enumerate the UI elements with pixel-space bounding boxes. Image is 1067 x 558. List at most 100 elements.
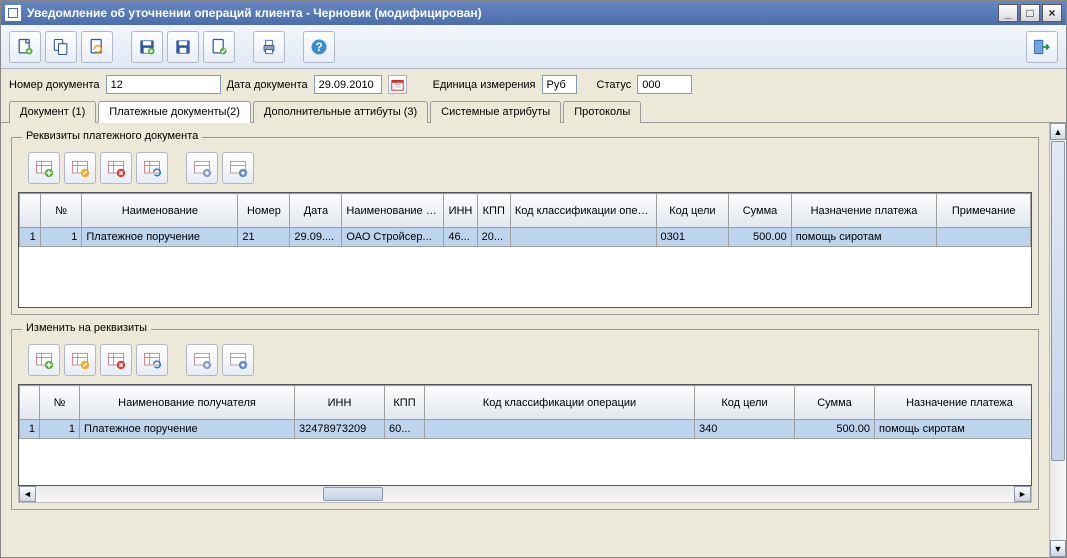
col-purpose[interactable]: Назначение платежа: [791, 194, 937, 228]
save-button[interactable]: [167, 31, 199, 63]
grid-edit-button[interactable]: [64, 344, 96, 376]
col-class-code[interactable]: Код классификации операции: [510, 194, 656, 228]
cell-inn[interactable]: 32478973209: [295, 420, 385, 439]
cell-date[interactable]: 29.09....: [290, 228, 342, 247]
group-payment-doc-details: Реквизиты платежного документа: [11, 137, 1039, 315]
table-row[interactable]: 1 1 Платежное поручение 32478973209 60..…: [20, 420, 1033, 439]
scroll-thumb[interactable]: [1051, 141, 1065, 461]
copy-doc-button[interactable]: [45, 31, 77, 63]
col-recipient[interactable]: Наименование получателя: [342, 194, 444, 228]
cell-kpp[interactable]: 20...: [477, 228, 510, 247]
col-kpp[interactable]: КПП: [477, 194, 510, 228]
cell-number[interactable]: 21: [238, 228, 290, 247]
table-header-row: № Наименование Номер Дата Наименование п…: [20, 194, 1031, 228]
col-purpose[interactable]: Назначение платежа: [875, 386, 1033, 420]
col-blank[interactable]: [20, 386, 40, 420]
tabstrip: Документ (1) Платежные документы(2) Допо…: [1, 100, 1066, 123]
new-doc-button[interactable]: [9, 31, 41, 63]
col-goal-code[interactable]: Код цели: [656, 194, 729, 228]
doc-date-label: Дата документа: [227, 79, 308, 91]
grid-refresh-button[interactable]: [136, 152, 168, 184]
doc-number-label: Номер документа: [9, 79, 100, 91]
group-change-to-details: Изменить на реквизиты: [11, 329, 1039, 510]
doc-date-input[interactable]: [314, 75, 382, 94]
grid-view-button[interactable]: [222, 152, 254, 184]
minimize-button[interactable]: _: [998, 4, 1018, 22]
grid-settings-button[interactable]: [186, 344, 218, 376]
grid-add-button[interactable]: [28, 344, 60, 376]
help-button[interactable]: ?: [303, 31, 335, 63]
app-window: Уведомление об уточнении операций клиент…: [0, 0, 1067, 558]
col-sum[interactable]: Сумма: [795, 386, 875, 420]
save-as-button[interactable]: [131, 31, 163, 63]
col-date[interactable]: Дата: [290, 194, 342, 228]
col-recipient[interactable]: Наименование получателя: [80, 386, 295, 420]
scroll-up-icon[interactable]: ▲: [1050, 123, 1066, 140]
col-sum[interactable]: Сумма: [729, 194, 791, 228]
cell-class-code[interactable]: [425, 420, 695, 439]
cell-recipient[interactable]: ОАО Стройсер...: [342, 228, 444, 247]
col-goal-code[interactable]: Код цели: [695, 386, 795, 420]
cell-recipient[interactable]: Платежное поручение: [80, 420, 295, 439]
cell-class-code[interactable]: [510, 228, 656, 247]
cell-sum[interactable]: 500.00: [795, 420, 875, 439]
cell-purpose[interactable]: помощь сиротам: [875, 420, 1033, 439]
col-note[interactable]: Примечание: [937, 194, 1031, 228]
col-inn[interactable]: ИНН: [295, 386, 385, 420]
scroll-left-icon[interactable]: ◄: [19, 486, 36, 502]
tab-extra-attrs[interactable]: Дополнительные аттибуты (3): [253, 101, 428, 123]
doc-number-input[interactable]: [106, 75, 221, 94]
row-index: 1: [20, 228, 41, 247]
cell-sum[interactable]: 500.00: [729, 228, 791, 247]
vertical-scrollbar[interactable]: ▲ ▼: [1049, 123, 1066, 557]
table-row[interactable]: 1 1 Платежное поручение 21 29.09.... ОАО…: [20, 228, 1031, 247]
col-inn[interactable]: ИНН: [444, 194, 477, 228]
col-number[interactable]: Номер: [238, 194, 290, 228]
grid-delete-button[interactable]: [100, 344, 132, 376]
save-ok-button[interactable]: [203, 31, 235, 63]
cell-goal-code[interactable]: 340: [695, 420, 795, 439]
cell-purpose[interactable]: помощь сиротам: [791, 228, 937, 247]
unit-input[interactable]: [542, 75, 577, 94]
cell-note[interactable]: [937, 228, 1031, 247]
scroll-down-icon[interactable]: ▼: [1050, 540, 1066, 557]
grid-delete-button[interactable]: [100, 152, 132, 184]
group2-table[interactable]: № Наименование получателя ИНН КПП Код кл…: [18, 384, 1032, 486]
cell-num[interactable]: 1: [40, 420, 80, 439]
scroll-thumb[interactable]: [323, 487, 383, 501]
col-num[interactable]: №: [40, 194, 82, 228]
col-class-code[interactable]: Код классификации операции: [425, 386, 695, 420]
grid-edit-button[interactable]: [64, 152, 96, 184]
cell-inn[interactable]: 46...: [444, 228, 477, 247]
maximize-button[interactable]: □: [1020, 4, 1040, 22]
tab-protocols[interactable]: Протоколы: [563, 101, 641, 123]
col-name[interactable]: Наименование: [82, 194, 238, 228]
grid-view-button[interactable]: [222, 344, 254, 376]
cell-goal-code[interactable]: 0301: [656, 228, 729, 247]
group-legend: Изменить на реквизиты: [22, 322, 151, 334]
grid-add-button[interactable]: [28, 152, 60, 184]
unit-label: Единица измерения: [433, 79, 536, 91]
form-row: Номер документа Дата документа Единица и…: [1, 69, 1066, 100]
exit-button[interactable]: [1026, 31, 1058, 63]
cell-num[interactable]: 1: [40, 228, 82, 247]
col-num[interactable]: №: [40, 386, 80, 420]
cell-name[interactable]: Платежное поручение: [82, 228, 238, 247]
col-blank[interactable]: [20, 194, 41, 228]
refresh-doc-button[interactable]: [81, 31, 113, 63]
content-area: Реквизиты платежного документа: [1, 123, 1066, 557]
tab-system-attrs[interactable]: Системные атрибуты: [430, 101, 561, 123]
calendar-icon[interactable]: [388, 75, 407, 94]
cell-kpp[interactable]: 60...: [385, 420, 425, 439]
close-button[interactable]: ×: [1042, 4, 1062, 22]
grid-refresh-button[interactable]: [136, 344, 168, 376]
print-button[interactable]: [253, 31, 285, 63]
group1-table[interactable]: № Наименование Номер Дата Наименование п…: [18, 192, 1032, 308]
horizontal-scrollbar[interactable]: ◄ ►: [18, 486, 1032, 503]
tab-document[interactable]: Документ (1): [9, 101, 96, 123]
col-kpp[interactable]: КПП: [385, 386, 425, 420]
grid-settings-button[interactable]: [186, 152, 218, 184]
status-input[interactable]: [637, 75, 692, 94]
tab-payment-docs[interactable]: Платежные документы(2): [98, 101, 251, 123]
scroll-right-icon[interactable]: ►: [1014, 486, 1031, 502]
